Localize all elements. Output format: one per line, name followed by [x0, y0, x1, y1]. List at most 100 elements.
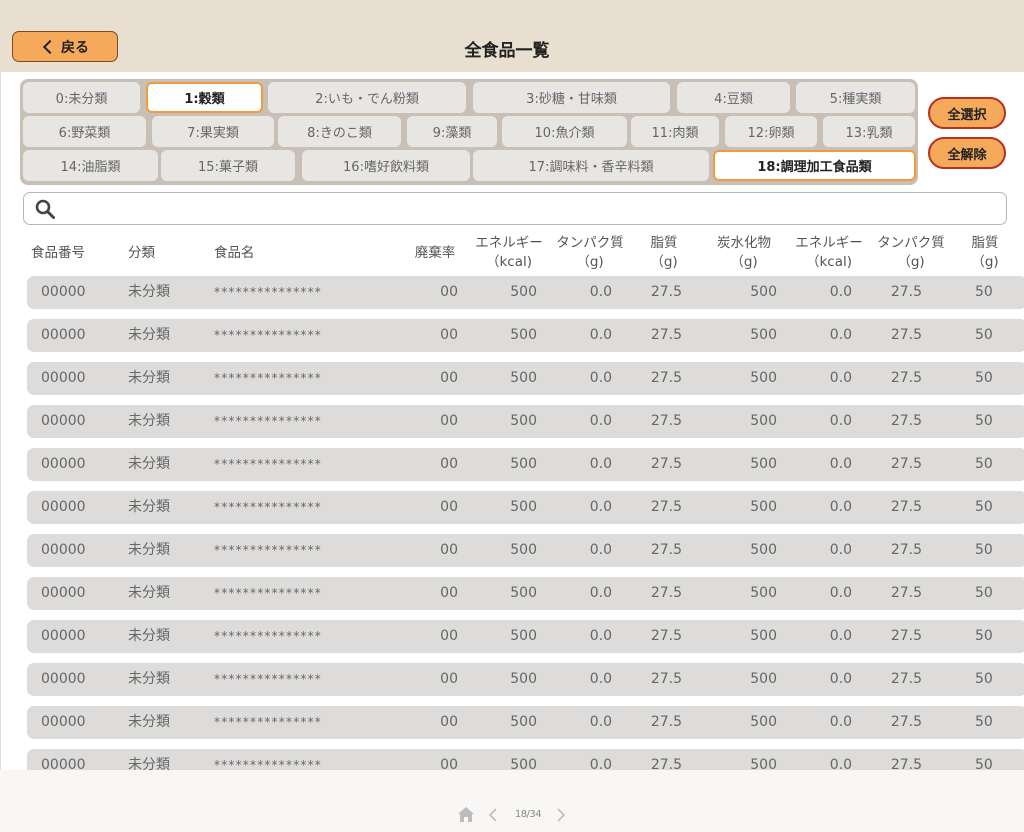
cell-energy: 500 — [510, 284, 537, 300]
cell-fat-2: 50 — [975, 413, 993, 429]
category-tab-6[interactable]: 6:野菜類 — [23, 116, 146, 147]
category-tab-17[interactable]: 17:調味料・香辛料類 — [473, 150, 709, 181]
cell-carbohydrate: 500 — [750, 370, 777, 386]
cell-food-id: 00000 — [41, 327, 86, 343]
cell-protein: 0.0 — [589, 456, 612, 472]
page-title: 全食品一覧 — [464, 41, 550, 61]
cell-fat: 27.5 — [650, 370, 682, 386]
category-tab-5[interactable]: 5:種実類 — [796, 82, 915, 113]
column-header-category: 分類 — [128, 244, 155, 263]
column-header-unit: （kcal) — [485, 254, 533, 270]
table-row[interactable]: 00000 未分類 *************** 00 500 0.0 27.5 500 0.… — [27, 276, 1024, 309]
table-row[interactable]: 00000 未分類 *************** 00 500 0.0 27.5 500 0.… — [27, 663, 1024, 696]
cell-waste-rate: 00 — [440, 284, 458, 300]
deselect-all-button[interactable]: 全解除 — [928, 137, 1006, 169]
table-row[interactable]: 00000 未分類 *************** 00 500 0.0 27.5 500 0.… — [27, 491, 1024, 524]
category-tab-9[interactable]: 9:藻類 — [407, 116, 497, 147]
cell-category: 未分類 — [128, 628, 170, 644]
category-tab-2[interactable]: 2:いも・でん粉類 — [268, 82, 466, 113]
search-bar — [23, 192, 1007, 225]
category-tab-8[interactable]: 8:きのこ類 — [278, 116, 401, 147]
select-all-button[interactable]: 全選択 — [928, 97, 1006, 129]
cell-fat-2: 50 — [975, 456, 993, 472]
table-row[interactable]: 00000 未分類 *************** 00 500 0.0 27.5 500 0.… — [27, 534, 1024, 567]
cell-category: 未分類 — [128, 284, 170, 300]
cell-fat: 27.5 — [650, 628, 682, 644]
cell-protein: 0.0 — [589, 327, 612, 343]
home-icon[interactable] — [457, 806, 475, 823]
cell-food-name: *************** — [214, 328, 322, 342]
cell-protein-2: 27.5 — [890, 284, 922, 300]
cell-energy-2: 0.0 — [829, 585, 852, 601]
table-row[interactable]: 00000 未分類 *************** 00 500 0.0 27.5 500 0.… — [27, 319, 1024, 352]
cell-energy: 500 — [510, 413, 537, 429]
category-tab-11[interactable]: 11:肉類 — [631, 116, 719, 147]
table-row[interactable]: 00000 未分類 *************** 00 500 0.0 27.5 500 0.… — [27, 706, 1024, 739]
search-icon[interactable] — [35, 199, 55, 219]
cell-fat: 27.5 — [650, 757, 682, 770]
cell-carbohydrate: 500 — [750, 413, 777, 429]
category-tab-18[interactable]: 18:調理加工食品類 — [713, 150, 916, 181]
table-row[interactable]: 00000 未分類 *************** 00 500 0.0 27.5 500 0.… — [27, 749, 1024, 770]
column-header-line1: 脂質 — [650, 235, 678, 251]
category-tab-12[interactable]: 12:卵類 — [725, 116, 817, 147]
column-header-unit: （g) — [897, 254, 925, 270]
cell-protein-2: 27.5 — [890, 542, 922, 558]
cell-energy: 500 — [510, 542, 537, 558]
cell-food-name: *************** — [214, 715, 322, 729]
category-tab-10[interactable]: 10:魚介類 — [502, 116, 627, 147]
cell-protein-2: 27.5 — [890, 671, 922, 687]
cell-food-name: *************** — [214, 672, 322, 686]
main-content: 0:未分類 1:穀類 2:いも・でん粉類 3:砂糖・甘味類 4:豆類 5:種実類… — [0, 72, 1024, 770]
column-header-line1: 食品名 — [214, 245, 255, 261]
cell-food-id: 00000 — [41, 284, 86, 300]
cell-protein: 0.0 — [589, 284, 612, 300]
column-header-line1: 炭水化物 — [717, 235, 771, 251]
search-input[interactable] — [68, 197, 1002, 223]
cell-food-id: 00000 — [41, 671, 86, 687]
cell-waste-rate: 00 — [440, 585, 458, 601]
table-row[interactable]: 00000 未分類 *************** 00 500 0.0 27.5 500 0.… — [27, 620, 1024, 653]
column-header-waste-rate: 廃棄率 — [415, 244, 456, 263]
cell-fat-2: 50 — [975, 671, 993, 687]
cell-energy-2: 0.0 — [829, 499, 852, 515]
cell-fat: 27.5 — [650, 671, 682, 687]
category-tab-14[interactable]: 14:油脂類 — [23, 150, 158, 181]
cell-energy: 500 — [510, 585, 537, 601]
cell-protein: 0.0 — [589, 542, 612, 558]
cell-fat-2: 50 — [975, 284, 993, 300]
category-tab-16[interactable]: 16:嗜好飲料類 — [302, 150, 470, 181]
cell-fat: 27.5 — [650, 542, 682, 558]
cell-energy: 500 — [510, 671, 537, 687]
cell-energy: 500 — [510, 456, 537, 472]
cell-protein-2: 27.5 — [890, 327, 922, 343]
column-header-line1: 脂質 — [971, 235, 999, 251]
cell-waste-rate: 00 — [440, 370, 458, 386]
column-header-fat-2: 脂質 （g) — [971, 234, 998, 272]
category-tab-3[interactable]: 3:砂糖・甘味類 — [473, 82, 670, 113]
category-tab-0[interactable]: 0:未分類 — [23, 82, 140, 113]
cell-food-name: *************** — [214, 500, 322, 514]
table-row[interactable]: 00000 未分類 *************** 00 500 0.0 27.5 500 0.… — [27, 448, 1024, 481]
table-row[interactable]: 00000 未分類 *************** 00 500 0.0 27.5 500 0.… — [27, 362, 1024, 395]
cell-fat-2: 50 — [975, 757, 993, 770]
footer — [0, 770, 1024, 832]
category-tab-1[interactable]: 1:穀類 — [146, 82, 263, 113]
category-tab-13[interactable]: 13:乳類 — [823, 116, 915, 147]
cell-energy-2: 0.0 — [829, 542, 852, 558]
cell-fat: 27.5 — [650, 327, 682, 343]
table-row[interactable]: 00000 未分類 *************** 00 500 0.0 27.5 500 0.… — [27, 577, 1024, 610]
cell-carbohydrate: 500 — [750, 284, 777, 300]
cell-carbohydrate: 500 — [750, 499, 777, 515]
cell-waste-rate: 00 — [440, 714, 458, 730]
table-row[interactable]: 00000 未分類 *************** 00 500 0.0 27.5 500 0.… — [27, 405, 1024, 438]
category-tab-4[interactable]: 4:豆類 — [677, 82, 790, 113]
chevron-left-icon[interactable] — [488, 808, 498, 822]
cell-energy-2: 0.0 — [829, 456, 852, 472]
cell-protein: 0.0 — [589, 413, 612, 429]
category-tab-7[interactable]: 7:果実類 — [152, 116, 274, 147]
cell-energy: 500 — [510, 327, 537, 343]
cell-food-id: 00000 — [41, 714, 86, 730]
chevron-right-icon[interactable] — [556, 808, 566, 822]
category-tab-15[interactable]: 15:菓子類 — [161, 150, 295, 181]
